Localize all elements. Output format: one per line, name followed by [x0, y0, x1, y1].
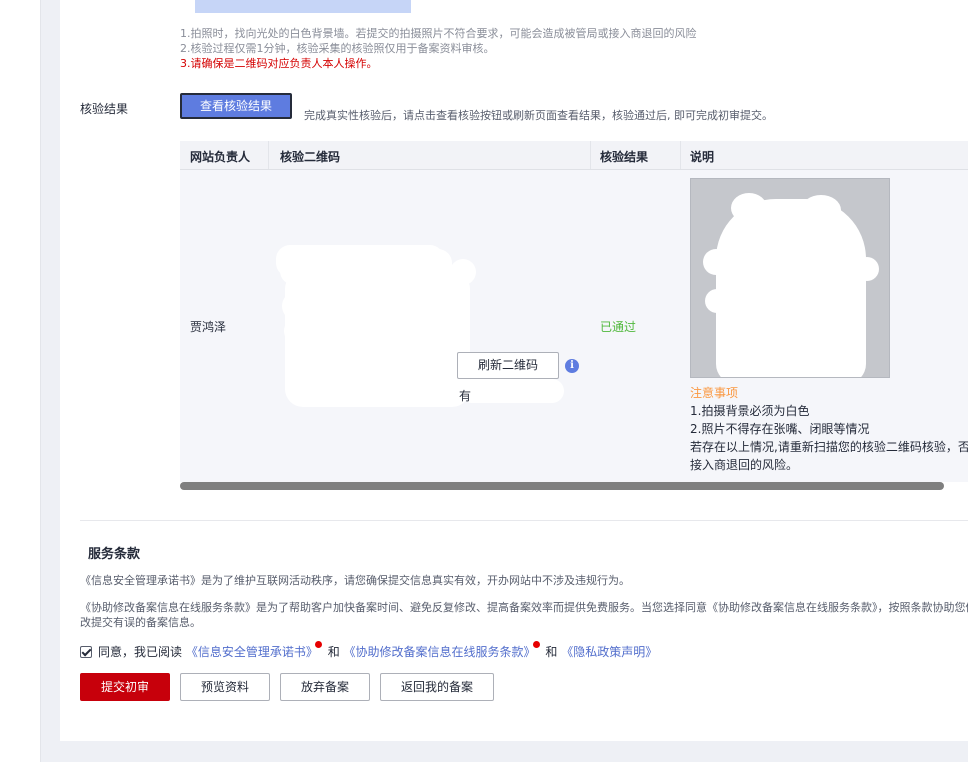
verify-table: 网站负责人 核验二维码 核验结果 说明 贾鸿泽 刷新二维码 i 有 已通过 注意…: [180, 141, 968, 482]
note-line-3: 若存在以上情况,请重新扫描您的核验二维码核验，否: [690, 440, 968, 454]
section-divider: [80, 520, 968, 521]
terms-paragraph-2: 《协助修改备案信息在线服务条款》是为了帮助客户加快备案时间、避免反复修改、提高备…: [80, 601, 968, 629]
required-dot: [532, 641, 540, 648]
and-text: 和: [327, 645, 340, 659]
abandon-filing-button[interactable]: 放弃备案: [280, 673, 370, 701]
refresh-qrcode-button[interactable]: 刷新二维码: [457, 352, 559, 379]
notes-section: 注意事项 1.拍摄背景必须为白色 2.照片不得存在张嘴、闭眼等情况 若存在以上情…: [690, 384, 968, 474]
sample-face-photo: [690, 178, 890, 378]
col-separator: [268, 141, 269, 169]
agree-row: 同意，我已阅读 《信息安全管理承诺书》 和 《协助修改备案信息在线服务条款》 和…: [80, 641, 657, 660]
col-separator: [680, 141, 681, 169]
note-line-1: 1.拍摄背景必须为白色: [690, 404, 810, 418]
link-assist-terms[interactable]: 《协助修改备案信息在线服务条款》: [344, 645, 536, 659]
face-silhouette: [716, 199, 866, 377]
preview-button[interactable]: 预览资料: [180, 673, 270, 701]
th-result: 核验结果: [600, 150, 649, 164]
note-line-4: 接入商退回的风险。: [690, 458, 799, 472]
face-bump: [855, 257, 879, 281]
checkbox-checked-icon[interactable]: [80, 646, 92, 658]
photo-preview-bar: [195, 0, 411, 13]
submit-review-button[interactable]: 提交初审: [80, 673, 170, 701]
qr-note-mask: [460, 379, 564, 403]
tip-3-warning: 3.请确保是二维码对应负责人本人操作。: [180, 57, 378, 70]
required-dot: [314, 641, 322, 648]
terms-paragraph-1: 《信息安全管理承诺书》是为了维护互联网活动秩序，请您确保提交信息真实有效，开办网…: [80, 574, 630, 587]
th-qrcode: 核验二维码: [280, 150, 341, 164]
owner-name: 贾鸿泽: [190, 320, 227, 334]
horizontal-scrollbar[interactable]: [180, 482, 944, 490]
th-description: 说明: [690, 150, 715, 164]
face-bump: [705, 289, 729, 313]
col-separator: [590, 141, 591, 169]
terms-title: 服务条款: [88, 547, 141, 562]
face-bump: [801, 195, 841, 225]
verify-hint: 完成真实性核验后，请点击查看核验按钮或刷新页面查看结果，核验通过后, 即可完成初…: [304, 109, 773, 122]
view-verify-result-button[interactable]: 查看核验结果: [180, 93, 292, 119]
notes-title: 注意事项: [690, 386, 739, 400]
table-header: 网站负责人 核验二维码 核验结果 说明: [180, 141, 968, 170]
qr-note: 有: [459, 389, 472, 403]
link-security-commitment[interactable]: 《信息安全管理承诺书》: [186, 645, 318, 659]
agree-prefix: 同意，我已阅读: [98, 645, 183, 659]
th-owner: 网站负责人: [190, 150, 251, 164]
tip-2: 2.核验过程仅需1分钟，核验采集的核验照仅用于备案资料审核。: [180, 42, 495, 55]
verify-result-label: 核验结果: [80, 102, 129, 116]
back-to-filings-button[interactable]: 返回我的备案: [380, 673, 494, 701]
link-privacy-policy[interactable]: 《隐私政策声明》: [561, 645, 657, 659]
face-bump: [731, 193, 767, 223]
face-bump: [703, 249, 729, 275]
verify-status-passed: 已通过: [600, 320, 637, 334]
and-text: 和: [545, 645, 558, 659]
photo-tips: 1.拍照时，找向光处的白色背景墙。若提交的拍摄照片不符合要求，可能会造成被管局或…: [180, 26, 697, 71]
page-card: 1.拍照时，找向光处的白色背景墙。若提交的拍摄照片不符合要求，可能会造成被管局或…: [0, 0, 968, 741]
info-icon[interactable]: i: [565, 359, 579, 373]
note-line-2: 2.照片不得存在张嘴、闭眼等情况: [690, 422, 870, 436]
tip-1: 1.拍照时，找向光处的白色背景墙。若提交的拍摄照片不符合要求，可能会造成被管局或…: [180, 27, 697, 40]
